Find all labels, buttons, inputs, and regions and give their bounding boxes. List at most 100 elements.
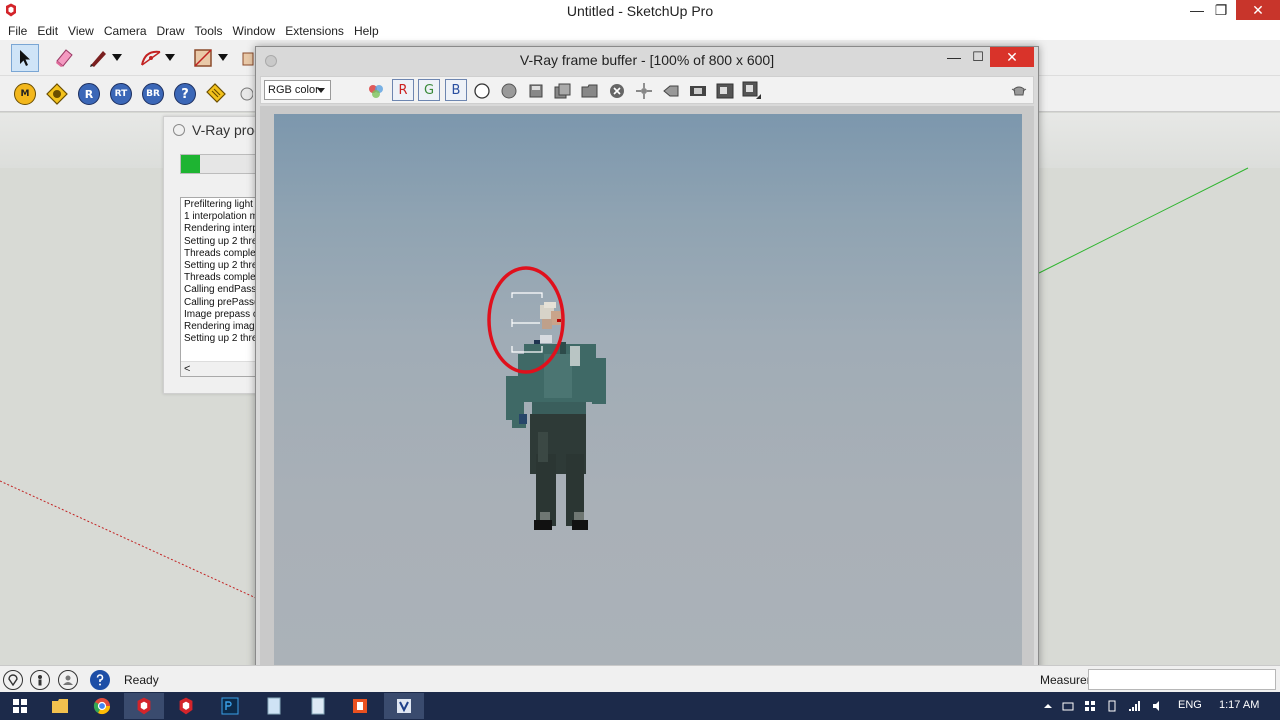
sign-in-icon[interactable] — [58, 670, 78, 690]
windows-logo-icon — [13, 699, 27, 713]
eraser-icon — [56, 49, 73, 67]
vray-progress-window[interactable]: V-Ray progress Prefiltering light cache.… — [163, 116, 263, 394]
channel-select-value: RGB color — [268, 84, 319, 96]
start-button[interactable] — [0, 693, 40, 719]
tag-icon — [206, 83, 226, 103]
render-log-lines: Prefiltering light cache...1 interpolati… — [184, 199, 262, 345]
tray-volume-icon[interactable] — [1152, 700, 1164, 712]
arc-tool-button[interactable] — [137, 44, 165, 72]
corrections-icon — [742, 81, 761, 99]
taskbar-chrome[interactable] — [82, 693, 122, 719]
green-channel-button[interactable]: G — [418, 79, 440, 101]
clear-image-button[interactable] — [607, 81, 627, 101]
render-last-button[interactable] — [715, 81, 735, 101]
save-image-button[interactable] — [526, 81, 546, 101]
measurements-input[interactable] — [1088, 669, 1276, 690]
eraser-tool-button[interactable] — [50, 44, 78, 72]
menu-edit[interactable]: Edit — [32, 22, 63, 40]
menu-bar: File Edit View Camera Draw Tools Window … — [0, 22, 1280, 40]
vray-help-button[interactable]: ? — [171, 80, 199, 108]
color-mode-button[interactable] — [366, 81, 386, 101]
push-pull-icon — [242, 52, 253, 66]
vfb-minimize-button[interactable]: — — [944, 49, 964, 69]
clear-icon — [610, 84, 624, 98]
restore-button[interactable]: ❐ — [1210, 0, 1232, 20]
credits-icon[interactable] — [30, 670, 50, 690]
tray-clock[interactable]: 1:17 AM — [1219, 699, 1259, 711]
load-image-button[interactable] — [580, 81, 600, 101]
stamp-button[interactable] — [1009, 81, 1029, 101]
taskbar-document[interactable] — [298, 693, 338, 719]
taskbar-sketchup-2[interactable] — [166, 693, 206, 719]
scroll-left-arrow[interactable]: < — [184, 363, 190, 375]
render-figure — [487, 266, 606, 530]
red-axis-dotted-line — [0, 480, 257, 599]
vfb-close-button[interactable]: ✕ — [990, 47, 1034, 67]
blue-channel-button[interactable]: B — [445, 79, 467, 101]
vfb-canvas-area — [260, 106, 1034, 684]
pencil-tool-button[interactable] — [84, 44, 112, 72]
log-horizontal-scrollbar[interactable]: < — [181, 361, 262, 376]
taskbar-vray[interactable] — [384, 693, 424, 719]
tray-keyboard-icon[interactable] — [1062, 700, 1074, 712]
alpha-channel-button[interactable] — [472, 81, 492, 101]
push-pull-tool-button[interactable] — [240, 44, 255, 72]
photoshop-icon — [221, 697, 239, 715]
menu-tools[interactable]: Tools — [190, 22, 228, 40]
pencil-dropdown[interactable] — [110, 44, 124, 72]
red-marker-dot — [557, 319, 561, 322]
menu-view[interactable]: View — [63, 22, 99, 40]
show-corrections-button[interactable] — [742, 81, 762, 101]
render-last-icon — [716, 83, 734, 99]
log-line: Rendering interpolation map... — [184, 223, 262, 235]
vray-frame-buffer-button[interactable] — [202, 80, 230, 108]
instructor-help-icon[interactable] — [90, 670, 110, 690]
region-render-button[interactable] — [661, 81, 681, 101]
vray-batch-render-button[interactable]: BR — [139, 80, 167, 108]
close-button[interactable]: ✕ — [1236, 0, 1280, 20]
vray-frame-buffer-window[interactable]: V-Ray frame buffer - [100% of 800 x 600]… — [255, 46, 1039, 706]
chevron-down-icon — [112, 54, 122, 61]
vray-rt-button[interactable]: RT — [107, 80, 135, 108]
person-info-icon — [38, 675, 42, 686]
menu-draw[interactable]: Draw — [152, 22, 190, 40]
tray-battery-icon[interactable] — [1106, 700, 1118, 712]
rectangle-tool-button[interactable] — [189, 44, 217, 72]
log-line: Prefiltering light cache... — [184, 199, 262, 210]
taskbar-photoshop[interactable] — [210, 693, 250, 719]
menu-window[interactable]: Window — [228, 22, 281, 40]
tray-up-arrow-icon[interactable] — [1042, 700, 1054, 712]
save-all-button[interactable] — [553, 81, 573, 101]
vfb-maximize-button[interactable]: ☐ — [968, 49, 988, 69]
vray-render-button[interactable]: R — [75, 80, 103, 108]
arc-dropdown[interactable] — [163, 44, 177, 72]
tray-network-icon[interactable] — [1128, 700, 1140, 712]
taskbar-file-explorer[interactable] — [40, 693, 80, 719]
vray-icon — [397, 699, 411, 713]
geo-location-icon[interactable] — [3, 670, 23, 690]
taskbar-office[interactable] — [340, 693, 380, 719]
tray-windows-icon[interactable] — [1084, 700, 1096, 712]
render-progress-fill — [181, 155, 201, 173]
select-tool-button[interactable] — [11, 44, 39, 72]
red-channel-button[interactable]: R — [392, 79, 414, 101]
green-axis-line — [1038, 167, 1249, 274]
track-mouse-button[interactable] — [634, 81, 654, 101]
menu-help[interactable]: Help — [349, 22, 384, 40]
render-log[interactable]: Prefiltering light cache...1 interpolati… — [180, 197, 262, 377]
taskbar-notes[interactable] — [254, 693, 294, 719]
taskbar-sketchup[interactable] — [124, 693, 164, 719]
channel-select[interactable]: RGB color — [264, 80, 331, 100]
minimize-button[interactable]: — — [1186, 0, 1208, 20]
menu-file[interactable]: File — [3, 22, 32, 40]
vray-material-editor-button[interactable]: M — [11, 80, 39, 108]
tray-language[interactable]: ENG — [1178, 699, 1202, 711]
link-render-button[interactable] — [688, 81, 708, 101]
mono-mode-button[interactable] — [499, 81, 519, 101]
rendered-image[interactable] — [274, 114, 1022, 676]
menu-camera[interactable]: Camera — [99, 22, 152, 40]
vray-light-button[interactable] — [236, 80, 254, 108]
menu-extensions[interactable]: Extensions — [280, 22, 349, 40]
rectangle-dropdown[interactable] — [216, 44, 230, 72]
vray-options-button[interactable] — [43, 80, 71, 108]
